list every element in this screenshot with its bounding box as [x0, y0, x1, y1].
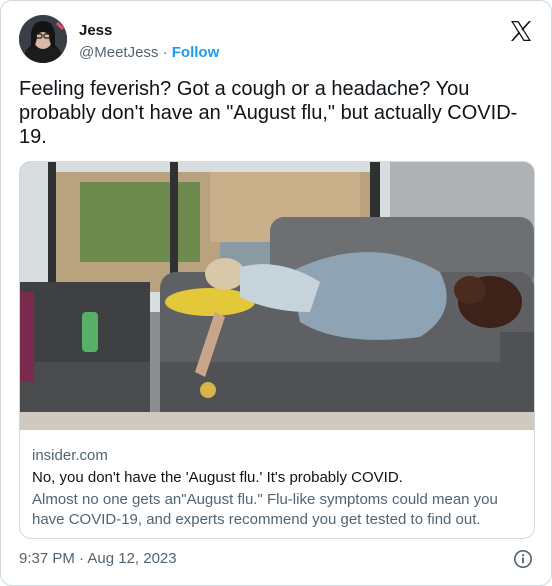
author-info: Jess @MeetJess · Follow	[79, 21, 219, 63]
author-avatar[interactable]	[19, 15, 67, 63]
tweet-timestamp[interactable]: 9:37 PM · Aug 12, 2023	[19, 549, 177, 569]
tweet-text: Feeling feverish? Got a cough or a heada…	[19, 78, 518, 148]
tweet-embed-card: Jess @MeetJess · Follow Feeling feverish…	[0, 0, 552, 586]
author-handle-line: @MeetJess · Follow	[79, 43, 219, 63]
link-card-domain: insider.com	[32, 447, 108, 464]
info-icon[interactable]	[513, 549, 533, 569]
author-handle[interactable]: @MeetJess	[79, 44, 158, 61]
handle-separator: ·	[158, 44, 172, 61]
x-logo-icon[interactable]	[509, 19, 533, 43]
link-preview-card[interactable]: insider.com No, you don't have the 'Augu…	[19, 161, 535, 539]
tweet-header: Jess @MeetJess · Follow	[19, 15, 533, 67]
link-preview-image[interactable]	[20, 162, 534, 430]
link-card-description: Almost no one gets an"August flu." Flu-l…	[32, 491, 498, 528]
follow-button[interactable]: Follow	[172, 44, 220, 61]
link-card-text: insider.com No, you don't have the 'Augu…	[32, 446, 522, 530]
author-display-name[interactable]: Jess	[79, 21, 219, 41]
link-card-title: No, you don't have the 'August flu.' It'…	[32, 469, 403, 486]
